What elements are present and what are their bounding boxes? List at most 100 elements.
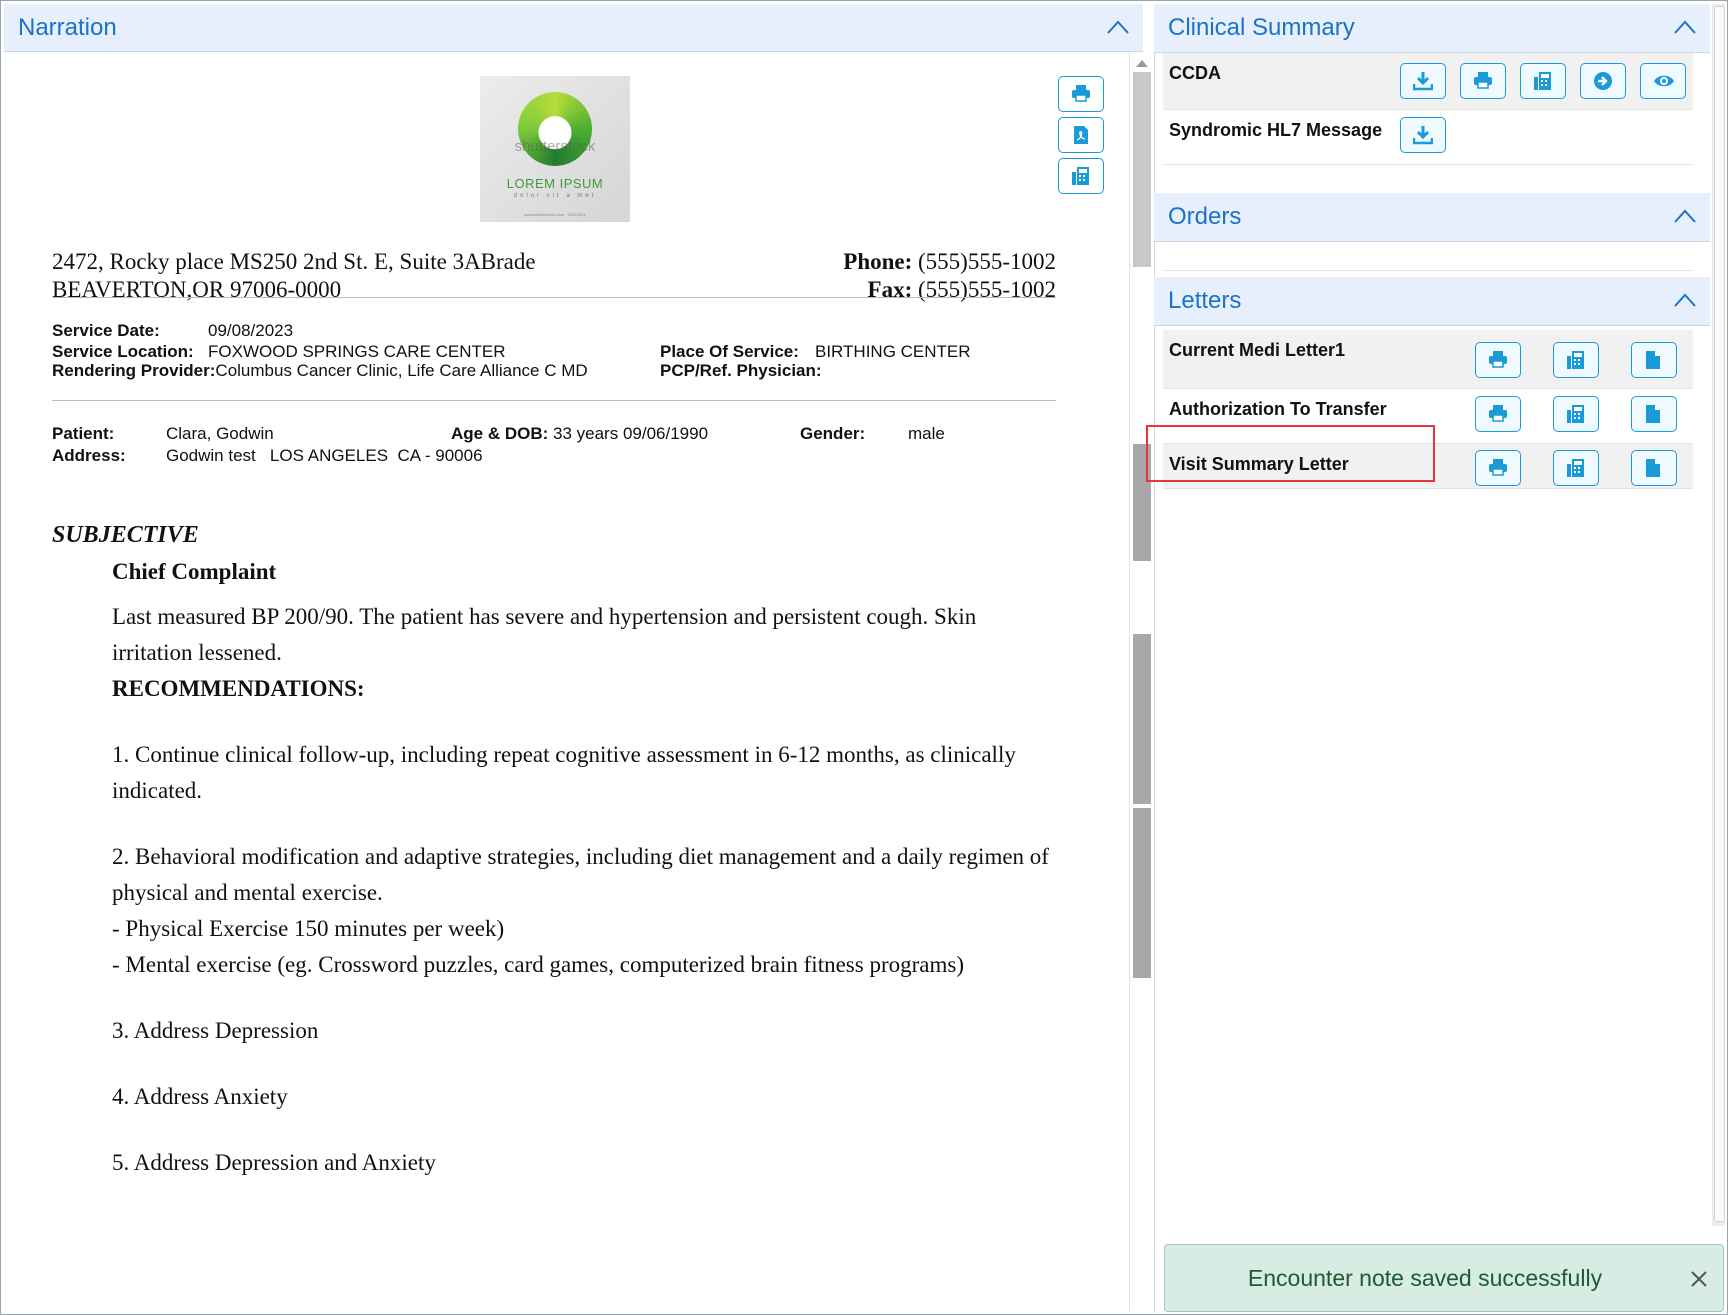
scrollbar-thumb[interactable] (1133, 72, 1151, 267)
print-document-button[interactable] (1058, 76, 1104, 112)
scrollbar-thumb[interactable] (1714, 6, 1725, 1222)
ccda-view-button[interactable] (1640, 63, 1686, 99)
patient-address-value: Godwin test LOS ANGELES CA - 90006 (166, 446, 483, 465)
fax-icon (1072, 167, 1089, 185)
fax-icon (1567, 351, 1584, 369)
narration-scrollbar[interactable] (1129, 52, 1154, 1311)
hl7-download-button[interactable] (1400, 117, 1446, 153)
narrative-paragraph: 1. Continue clinical follow-up, includin… (112, 742, 1016, 803)
rendering-provider-label: Rendering Provider: (52, 361, 216, 380)
orders-body (1163, 242, 1693, 271)
scroll-up-arrow-icon[interactable] (1136, 60, 1148, 67)
practice-logo: shutterstock LOREM IPSUM dolor sit a met… (480, 76, 630, 222)
fax-letter-button[interactable] (1553, 396, 1599, 432)
narrative-paragraph: 2. Behavioral modification and adaptive … (112, 844, 1049, 905)
chevron-up-icon[interactable] (1107, 20, 1129, 34)
print-letter-button[interactable] (1475, 342, 1521, 378)
address-line-2: BEAVERTON,OR 97006-0000 (52, 277, 342, 302)
document-letter-button[interactable] (1631, 396, 1677, 432)
narration-panel-header[interactable]: Narration (4, 4, 1143, 52)
fax-icon (1567, 405, 1584, 423)
pdf-icon (1074, 126, 1088, 144)
ccda-forward-button[interactable] (1580, 63, 1626, 99)
clinical-summary-header[interactable]: Clinical Summary (1154, 4, 1710, 53)
patient-name: Clara, Godwin (166, 424, 274, 443)
forward-icon (1594, 72, 1612, 90)
place-of-service-value: BIRTHING CENTER (815, 342, 971, 361)
service-location-label: Service Location: (52, 342, 194, 361)
service-location-row: Service Location: (52, 341, 194, 362)
chevron-up-icon[interactable] (1674, 209, 1696, 223)
fax-letter-button[interactable] (1553, 450, 1599, 486)
patient-label-text: Patient: (52, 424, 115, 443)
narrative-paragraph: 5. Address Depression and Anxiety (112, 1150, 436, 1175)
letters-title: Letters (1168, 287, 1242, 314)
practice-address: 2472, Rocky place MS250 2nd St. E, Suite… (52, 248, 536, 304)
narrative-paragraph: 3. Address Depression (112, 1018, 319, 1043)
toast-message: Encounter note saved successfully (1247, 1265, 1603, 1291)
clinical-summary-title: Clinical Summary (1168, 14, 1355, 41)
logo-watermark: shutterstock (514, 138, 596, 155)
phone-label: Phone: (843, 249, 913, 274)
close-icon[interactable] (1689, 1269, 1709, 1289)
service-date-row: Service Date: (52, 320, 160, 341)
print-icon (1489, 459, 1507, 476)
narrative-paragraph: - Mental exercise (eg. Crossword puzzles… (112, 952, 964, 977)
document-icon (1646, 351, 1660, 369)
place-of-service-label: Place Of Service: (660, 341, 799, 362)
print-icon (1489, 405, 1507, 422)
service-location-value: FOXWOOD SPRINGS CARE CENTER (208, 342, 506, 361)
pcp-label: PCP/Ref. Physician: (660, 360, 822, 381)
fax-letter-button[interactable] (1553, 342, 1599, 378)
gender-value: male (908, 424, 945, 443)
orders-title: Orders (1168, 203, 1242, 230)
pdf-document-button[interactable] (1058, 117, 1104, 153)
fax-document-button[interactable] (1058, 158, 1104, 194)
divider (52, 400, 1056, 401)
narrative-paragraph: - Physical Exercise 150 minutes per week… (112, 916, 505, 941)
age-dob-value: 33 years 09/06/1990 (553, 424, 709, 443)
chevron-up-icon[interactable] (1674, 293, 1696, 307)
service-date-value: 09/08/2023 (208, 321, 294, 340)
chevron-up-icon[interactable] (1674, 20, 1696, 34)
place-of-service-label-text: Place Of Service: (660, 342, 799, 361)
print-letter-button[interactable] (1475, 450, 1521, 486)
logo-url: www.shutterstock.com · 91616024 (524, 212, 586, 217)
ccda-download-button[interactable] (1400, 63, 1446, 99)
pcp-label-text: PCP/Ref. Physician: (660, 361, 822, 380)
letter-row-current-medi[interactable]: Current Medi Letter1 (1163, 330, 1693, 389)
row-label: Syndromic HL7 Message (1169, 120, 1383, 140)
rendering-provider-row: Rendering Provider:Columbus Cancer Clini… (52, 360, 588, 381)
patient-label: Patient: (52, 423, 114, 444)
scrollbar-thumb[interactable] (1133, 808, 1151, 978)
view-icon (1654, 75, 1674, 87)
practice-contact: Phone: (555)555-1002 Fax: (555)555-1002 (843, 248, 1056, 304)
narrative-paragraph: Last measured BP 200/90. The patient has… (112, 604, 977, 665)
logo-subtitle: dolor sit a met (513, 193, 597, 199)
download-icon (1413, 126, 1433, 145)
row-label: Authorization To Transfer (1169, 399, 1387, 419)
narrative-content: SUBJECTIVE Chief Complaint Last measured… (52, 522, 1062, 1181)
narration-title: Narration (18, 14, 117, 41)
document-letter-button[interactable] (1631, 342, 1677, 378)
letters-header[interactable]: Letters (1154, 277, 1710, 326)
print-icon (1489, 351, 1507, 368)
document-letter-button[interactable] (1631, 450, 1677, 486)
success-toast: Encounter note saved successfully (1164, 1244, 1724, 1312)
orders-header[interactable]: Orders (1154, 193, 1710, 242)
row-label: Current Medi Letter1 (1169, 340, 1346, 360)
right-scrollbar[interactable] (1712, 4, 1725, 1226)
fax-value: (555)555-1002 (918, 277, 1056, 302)
narrative-paragraph: 4. Address Anxiety (112, 1084, 288, 1109)
scrollbar-thumb[interactable] (1133, 634, 1151, 804)
logo-title: LOREM IPSUM (506, 176, 604, 191)
gender-label-text: Gender: (800, 424, 866, 443)
print-letter-button[interactable] (1475, 396, 1521, 432)
fax-icon (1534, 72, 1551, 90)
ccda-print-button[interactable] (1460, 63, 1506, 99)
ccda-fax-button[interactable] (1520, 63, 1566, 99)
